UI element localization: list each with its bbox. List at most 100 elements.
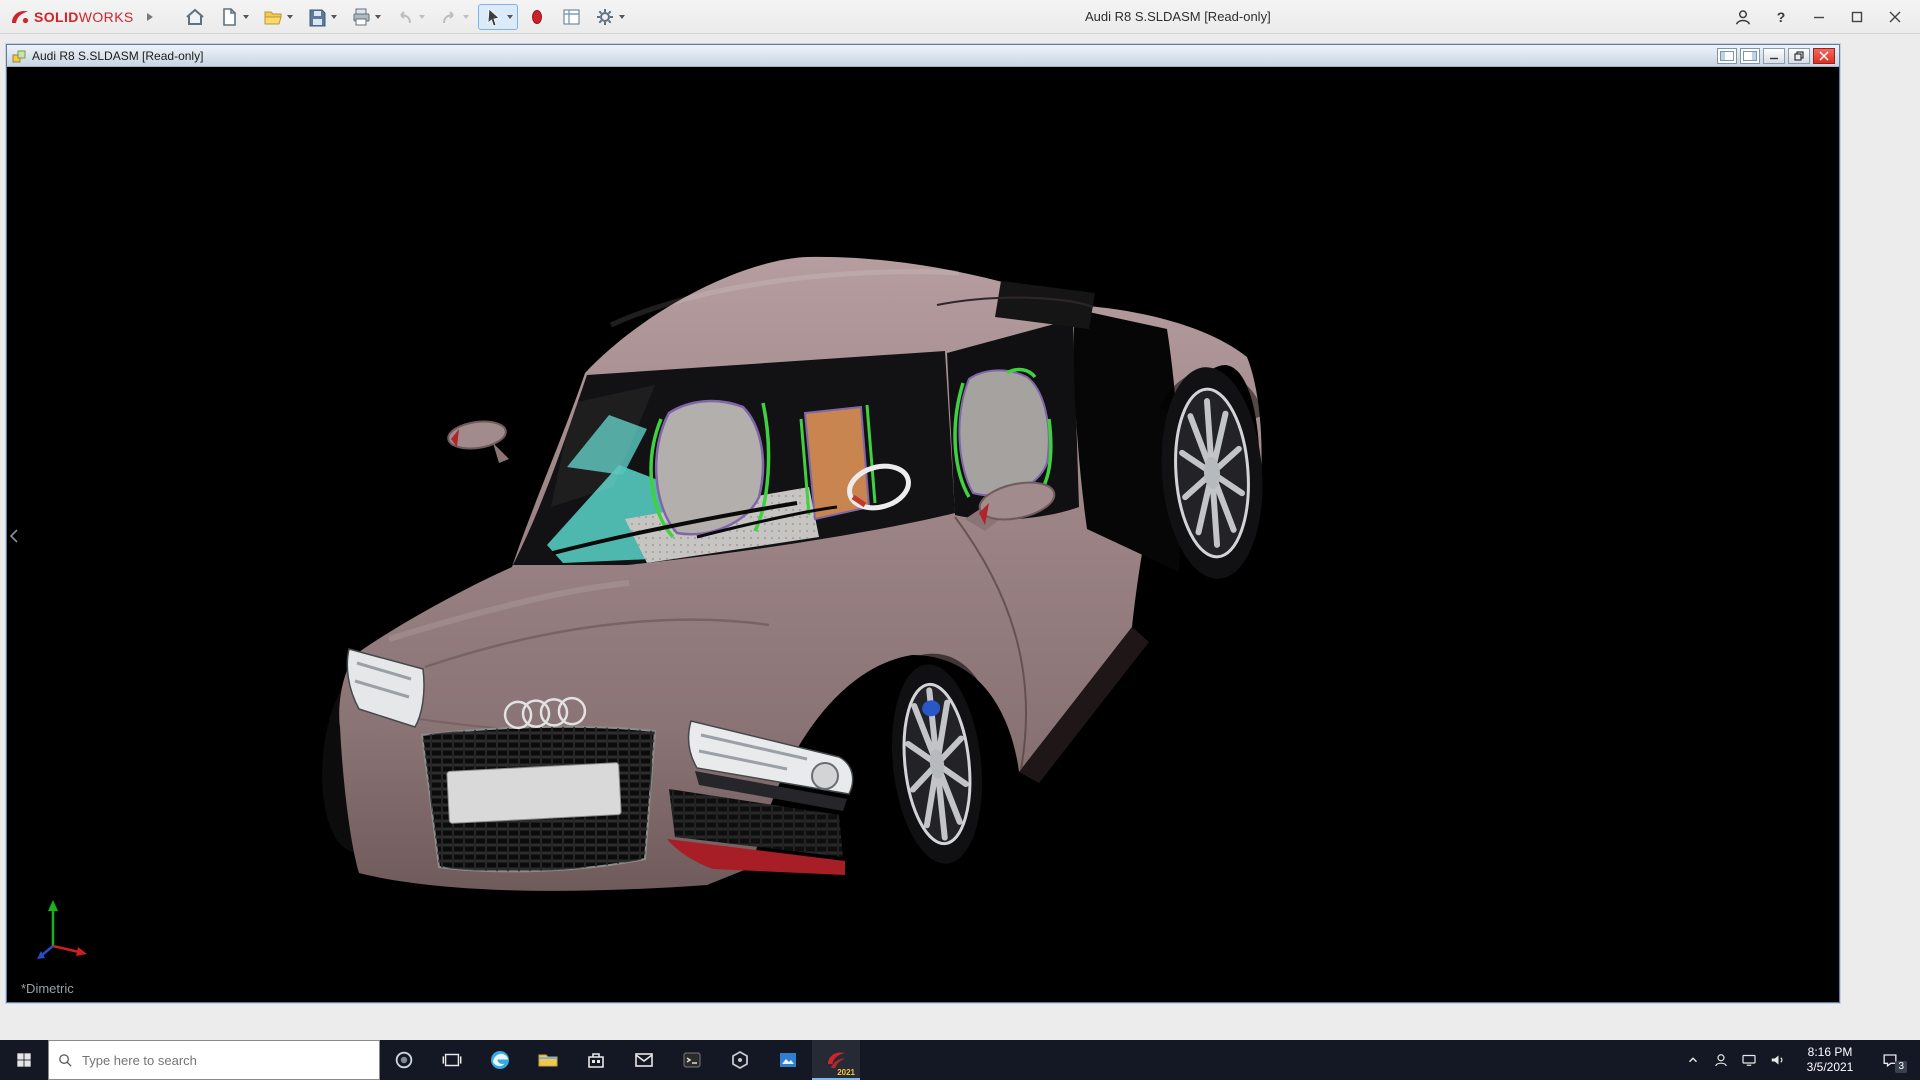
assembly-document-icon [11, 48, 27, 64]
account-button[interactable] [1726, 3, 1760, 31]
side-mirror-left[interactable] [446, 418, 509, 463]
redo-button[interactable] [434, 4, 474, 30]
system-tray: 8:16 PM 3/5/2021 3 [1680, 1040, 1920, 1080]
home-button[interactable] [180, 4, 210, 30]
contact-icon [1712, 1051, 1730, 1069]
solidworks-logo: SOLIDWORKS [0, 8, 140, 26]
open-folder-icon [262, 6, 284, 28]
save-button[interactable] [302, 4, 342, 30]
document-minimize-button[interactable] [1763, 48, 1785, 64]
license-plate[interactable] [447, 763, 621, 824]
taskbar-app-hexagon[interactable] [716, 1040, 764, 1080]
passenger-seat [955, 370, 1051, 497]
search-input[interactable] [82, 1053, 371, 1068]
solidworks-version-badge: 2021 [837, 1068, 855, 1077]
new-document-button[interactable] [214, 4, 254, 30]
viewport[interactable]: *Dimetric [7, 67, 1839, 1002]
open-document-button[interactable] [258, 4, 298, 30]
taskbar-clock[interactable]: 8:16 PM 3/5/2021 [1792, 1045, 1868, 1075]
drawing-sheet-button[interactable] [556, 4, 586, 30]
document-close-button[interactable] [1813, 48, 1835, 64]
taskbar-app-mail[interactable] [620, 1040, 668, 1080]
main-titlebar: SOLIDWORKS [0, 0, 1920, 34]
close-button[interactable] [1878, 3, 1912, 31]
hexagon-app-icon [728, 1048, 752, 1072]
taskbar-app-photos[interactable] [764, 1040, 812, 1080]
network-tray-button[interactable] [1736, 1040, 1762, 1080]
dropdown-caret-icon [374, 14, 382, 20]
taskbar-spacer [860, 1040, 1680, 1080]
user-icon [1733, 7, 1753, 27]
gear-icon [594, 6, 616, 28]
view-orientation-label: *Dimetric [21, 981, 74, 996]
taskbar-app-store[interactable] [572, 1040, 620, 1080]
taskbar-app-edge[interactable] [476, 1040, 524, 1080]
document-titlebar[interactable]: Audi R8 S.SLDASM [Read-only] [7, 45, 1839, 67]
volume-icon [1768, 1051, 1786, 1069]
help-button[interactable]: ? [1764, 3, 1798, 31]
dropdown-caret-icon [286, 14, 294, 20]
taskbar-task-view[interactable] [428, 1040, 476, 1080]
terminal-icon [680, 1048, 704, 1072]
x-axis-arrow [76, 947, 87, 956]
start-button[interactable] [0, 1040, 48, 1080]
brand-name: SOLIDWORKS [34, 9, 134, 25]
dropdown-caret-icon [462, 14, 470, 20]
close-icon [1819, 51, 1829, 61]
drawing-sheet-icon [560, 6, 582, 28]
chevron-right-icon [146, 12, 154, 22]
dropdown-caret-icon [618, 14, 626, 20]
notification-count-badge: 3 [1895, 1061, 1907, 1073]
orientation-triad[interactable] [29, 894, 93, 960]
3d-model-audi-r8[interactable] [7, 67, 1839, 1002]
split-pane-right-icon [1743, 51, 1757, 61]
home-icon [184, 6, 206, 28]
volume-tray-button[interactable] [1764, 1040, 1790, 1080]
undo-button[interactable] [390, 4, 430, 30]
split-pane-left-icon [1720, 51, 1734, 61]
select-tool-button[interactable] [478, 4, 518, 30]
document-restore-button[interactable] [1788, 48, 1810, 64]
redo-icon [438, 6, 460, 28]
close-icon [1889, 11, 1901, 23]
clock-date: 3/5/2021 [1794, 1060, 1866, 1075]
red-status-button[interactable] [522, 4, 552, 30]
menu-expand-arrow[interactable] [146, 12, 154, 22]
action-center-button[interactable]: 3 [1870, 1040, 1910, 1080]
save-icon [306, 6, 328, 28]
help-icon: ? [1768, 9, 1794, 25]
pane-layout-right-button[interactable] [1740, 48, 1760, 64]
options-button[interactable] [590, 4, 630, 30]
network-icon [1740, 1051, 1758, 1069]
store-icon [584, 1048, 608, 1072]
hidden-icons-button[interactable] [1680, 1040, 1706, 1080]
taskbar-app-file-explorer[interactable] [524, 1040, 572, 1080]
taskbar-app-cortana[interactable] [380, 1040, 428, 1080]
windows-taskbar: 2021 [0, 1040, 1920, 1080]
print-button[interactable] [346, 4, 386, 30]
clock-time: 8:16 PM [1794, 1045, 1866, 1060]
select-cursor-icon [482, 6, 504, 28]
taskbar-app-solidworks[interactable]: 2021 [812, 1040, 860, 1080]
y-axis-arrow [48, 900, 58, 911]
undo-icon [394, 6, 416, 28]
taskbar-search[interactable] [48, 1040, 380, 1080]
titlebar-controls: ? [1726, 3, 1920, 31]
featuremanager-collapsed-tab[interactable] [7, 519, 21, 553]
contact-tray-button[interactable] [1708, 1040, 1734, 1080]
taskbar-app-terminal[interactable] [668, 1040, 716, 1080]
chevron-up-icon [1686, 1053, 1700, 1067]
document-title: Audi R8 S.SLDASM [Read-only] [32, 49, 1717, 63]
windows-logo-icon [14, 1050, 34, 1070]
print-icon [350, 6, 372, 28]
pane-layout-left-button[interactable] [1717, 48, 1737, 64]
edge-browser-icon [488, 1048, 512, 1072]
dropdown-caret-icon [506, 14, 514, 20]
dropdown-caret-icon [242, 14, 250, 20]
minimize-icon [1769, 51, 1779, 61]
red-status-icon [526, 6, 548, 28]
new-document-icon [218, 6, 240, 28]
task-view-icon [441, 1049, 463, 1071]
minimize-button[interactable] [1802, 3, 1836, 31]
maximize-button[interactable] [1840, 3, 1874, 31]
